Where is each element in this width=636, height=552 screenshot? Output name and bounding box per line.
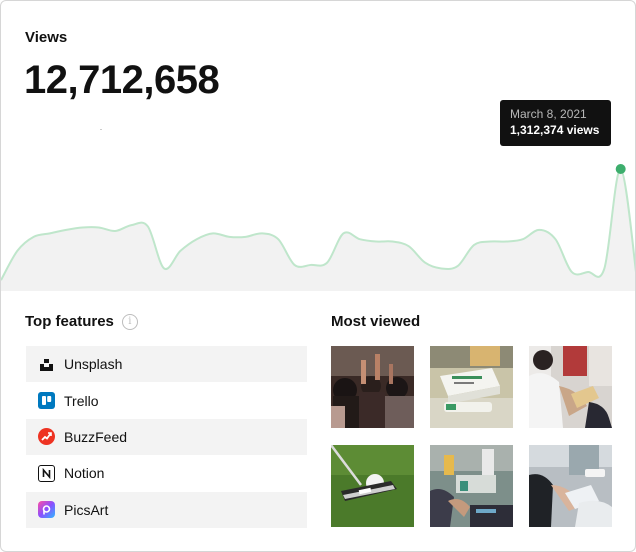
feature-label: Trello [64, 392, 99, 409]
feature-label: PicsArt [64, 501, 109, 518]
thumbnail-crowd-photo[interactable] [331, 346, 414, 428]
feature-label: Notion [64, 465, 105, 482]
info-icon[interactable]: i [121, 313, 138, 330]
thumbnail-lab-photo[interactable] [430, 445, 513, 527]
tooltip-value: 1,312,374 views [510, 123, 600, 137]
top-features-list: Unsplash Trello BuzzFeed Notion PicsArt [26, 346, 307, 528]
notion-icon [38, 464, 55, 482]
tooltip-date: March 8, 2021 [510, 107, 587, 121]
chart-marker [100, 129, 102, 130]
unsplash-icon [38, 356, 55, 373]
views-card: Views 12,712,658 March 8, 2021 1,312,374… [0, 0, 636, 552]
feature-label: BuzzFeed [64, 428, 128, 445]
feature-trello[interactable]: Trello [26, 382, 307, 418]
picsart-icon [38, 501, 55, 519]
top-features-heading: Top features i [25, 313, 138, 330]
chart-tooltip: March 8, 2021 1,312,374 views [500, 100, 611, 146]
thumbnail-vaccination-photo[interactable] [529, 346, 612, 428]
views-area-chart[interactable] [1, 151, 636, 291]
feature-notion[interactable]: Notion [26, 455, 307, 491]
buzzfeed-icon [38, 428, 55, 446]
feature-buzzfeed[interactable]: BuzzFeed [26, 418, 307, 456]
chart-highlight-point[interactable] [615, 164, 626, 174]
most-viewed-grid [331, 346, 612, 528]
feature-label: Unsplash [64, 356, 123, 373]
thumbnail-golf-ball-photo[interactable] [331, 445, 414, 527]
feature-picsart[interactable]: PicsArt [26, 491, 307, 528]
most-viewed-title: Most viewed [331, 313, 421, 330]
thumbnail-vaccine-box-photo[interactable] [430, 346, 513, 428]
views-label: Views [25, 29, 68, 46]
thumbnail-injection-photo[interactable] [529, 445, 612, 527]
feature-unsplash[interactable]: Unsplash [26, 346, 307, 383]
trello-icon [38, 392, 55, 410]
top-features-title: Top features [25, 313, 114, 330]
views-total: 12,712,658 [24, 58, 220, 102]
